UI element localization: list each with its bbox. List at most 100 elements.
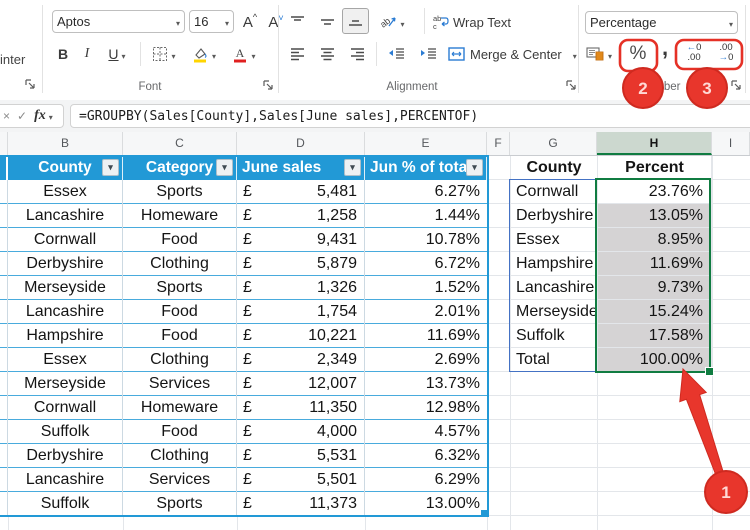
category-cell[interactable]: Food [123, 324, 237, 348]
june-sales-cell[interactable]: 5,531£ [237, 444, 365, 468]
header-cell[interactable] [0, 156, 8, 180]
pct-of-total-cell[interactable]: 6.32% [365, 444, 487, 468]
june-sales-cell[interactable]: 11,350£ [237, 396, 365, 420]
june-sales-cell[interactable]: 12,007£ [237, 372, 365, 396]
category-cell[interactable]: Sports [123, 180, 237, 204]
pct-of-total-cell[interactable]: 6.27% [365, 180, 487, 204]
stub-cell[interactable] [0, 492, 8, 516]
pct-of-total-cell[interactable]: 13.00% [365, 492, 487, 516]
june-sales-cell[interactable]: 1,258£ [237, 204, 365, 228]
june-sales-cell[interactable]: 9,431£ [237, 228, 365, 252]
top-align-button[interactable] [284, 10, 310, 34]
wrap-text-button[interactable]: ab c Wrap Text [432, 10, 516, 34]
font-size-combo[interactable]: 16 [189, 10, 234, 33]
category-cell[interactable]: Homeware [123, 204, 237, 228]
county-cell[interactable]: Derbyshire [8, 444, 123, 468]
chevron-down-icon[interactable] [168, 47, 175, 62]
result-header-cell[interactable]: Percent [597, 156, 712, 180]
chevron-down-icon[interactable] [248, 47, 255, 62]
chevron-down-icon[interactable] [570, 47, 577, 62]
stub-cell[interactable] [0, 444, 8, 468]
result-percent-cell[interactable]: 100.00% [597, 348, 712, 372]
header-cell[interactable]: County [8, 156, 123, 180]
result-county-cell[interactable]: Lancashire [510, 276, 597, 300]
stub-cell[interactable] [0, 300, 8, 324]
county-cell[interactable]: Suffolk [8, 420, 123, 444]
pct-of-total-cell[interactable]: 2.01% [365, 300, 487, 324]
result-percent-cell[interactable]: 17.58% [597, 324, 712, 348]
pct-of-total-cell[interactable]: 1.52% [365, 276, 487, 300]
decrease-decimal-button[interactable]: .00 →0 [711, 41, 741, 65]
chevron-down-icon[interactable] [46, 107, 53, 125]
june-sales-cell[interactable]: 2,349£ [237, 348, 365, 372]
italic-button[interactable]: I [76, 42, 98, 66]
category-cell[interactable]: Homeware [123, 396, 237, 420]
category-cell[interactable]: Services [123, 468, 237, 492]
pct-of-total-cell[interactable]: 1.44% [365, 204, 487, 228]
stub-cell[interactable] [0, 372, 8, 396]
number-dialog-launcher-icon[interactable] [730, 79, 742, 91]
underline-button[interactable]: U [100, 42, 134, 66]
category-cell[interactable]: Food [123, 300, 237, 324]
decrease-indent-button[interactable] [382, 42, 410, 66]
align-right-button[interactable] [344, 42, 370, 66]
result-county-cell[interactable]: Merseyside [510, 300, 597, 324]
category-cell[interactable]: Clothing [123, 348, 237, 372]
header-cell[interactable]: Jun % of total [365, 156, 487, 180]
result-county-cell[interactable]: Suffolk [510, 324, 597, 348]
pct-of-total-cell[interactable]: 2.69% [365, 348, 487, 372]
borders-button[interactable] [146, 42, 182, 66]
align-left-button[interactable] [284, 42, 310, 66]
column-header-D[interactable]: D [237, 132, 365, 155]
county-cell[interactable]: Derbyshire [8, 252, 123, 276]
category-cell[interactable]: Food [123, 420, 237, 444]
column-header-G[interactable]: G [510, 132, 597, 155]
county-cell[interactable]: Essex [8, 180, 123, 204]
stub-cell[interactable] [0, 348, 8, 372]
header-cell[interactable]: June sales [237, 156, 365, 180]
result-percent-cell[interactable]: 15.24% [597, 300, 712, 324]
result-county-cell[interactable]: Hampshire [510, 252, 597, 276]
chevron-down-icon[interactable] [605, 47, 612, 62]
pct-of-total-cell[interactable]: 13.73% [365, 372, 487, 396]
county-cell[interactable]: Lancashire [8, 204, 123, 228]
category-cell[interactable]: Services [123, 372, 237, 396]
number-format-combo[interactable]: Percentage [585, 11, 738, 34]
merge-center-button[interactable]: Merge & Center [448, 42, 578, 66]
june-sales-cell[interactable]: 4,000£ [237, 420, 365, 444]
stub-cell[interactable] [0, 252, 8, 276]
increase-decimal-button[interactable]: ←0 .00 [679, 41, 709, 65]
middle-align-button[interactable] [314, 10, 340, 34]
accounting-format-button[interactable] [581, 42, 617, 66]
comma-style-button[interactable]: , [657, 36, 673, 60]
result-percent-cell[interactable]: 11.69% [597, 252, 712, 276]
result-percent-cell[interactable]: 9.73% [597, 276, 712, 300]
county-cell[interactable]: Merseyside [8, 372, 123, 396]
june-sales-cell[interactable]: 5,879£ [237, 252, 365, 276]
grow-font-button[interactable]: A^ [238, 10, 262, 34]
june-sales-cell[interactable]: 1,326£ [237, 276, 365, 300]
column-header-C[interactable]: C [123, 132, 237, 155]
fill-color-button[interactable] [186, 42, 222, 66]
column-header-H[interactable]: H [597, 132, 712, 155]
result-county-cell[interactable]: Total [510, 348, 597, 372]
stub-cell[interactable] [0, 276, 8, 300]
chevron-down-icon[interactable] [397, 15, 404, 30]
county-cell[interactable]: Lancashire [8, 468, 123, 492]
font-dialog-launcher-icon[interactable] [262, 79, 274, 91]
result-percent-cell[interactable]: 8.95% [597, 228, 712, 252]
column-header-stub[interactable] [0, 132, 8, 155]
insert-function-icon[interactable]: fx [34, 108, 46, 124]
column-header-B[interactable]: B [8, 132, 123, 155]
june-sales-cell[interactable]: 1,754£ [237, 300, 365, 324]
header-cell[interactable]: Category [123, 156, 237, 180]
pct-of-total-cell[interactable]: 6.29% [365, 468, 487, 492]
county-cell[interactable]: Essex [8, 348, 123, 372]
county-cell[interactable]: Lancashire [8, 300, 123, 324]
chevron-down-icon[interactable] [209, 47, 216, 62]
chevron-down-icon[interactable] [173, 14, 180, 29]
result-header-cell[interactable]: County [510, 156, 597, 180]
county-cell[interactable]: Suffolk [8, 492, 123, 516]
june-sales-cell[interactable]: 5,481£ [237, 180, 365, 204]
stub-cell[interactable] [0, 420, 8, 444]
